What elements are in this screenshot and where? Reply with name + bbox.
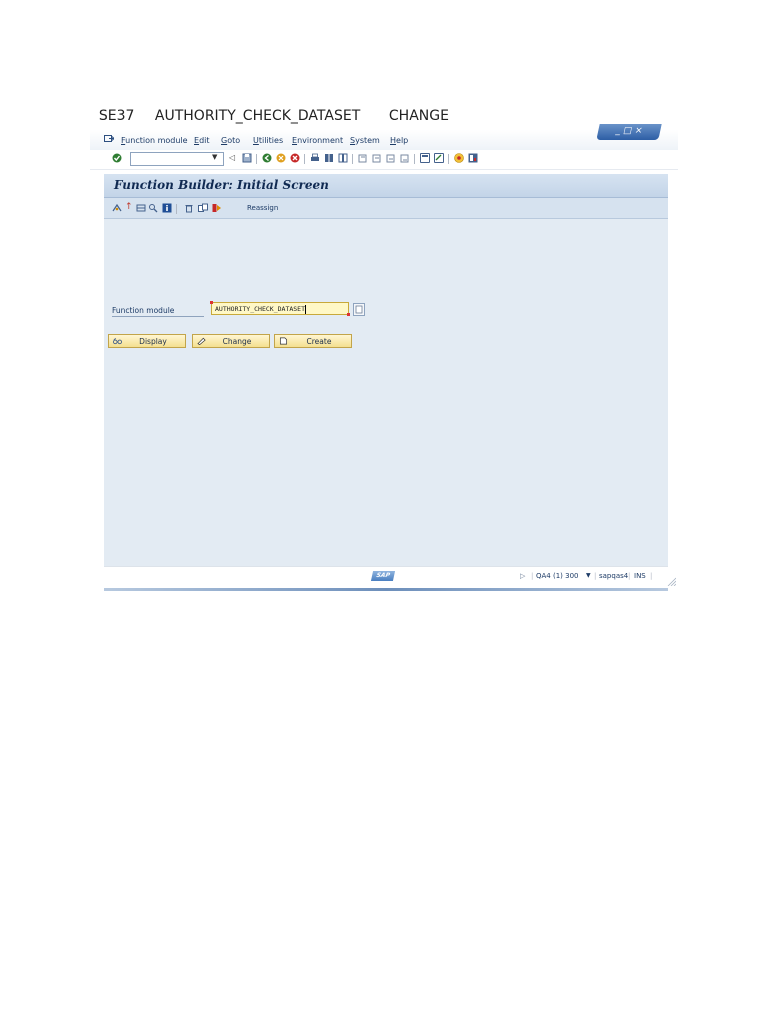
menu-edit[interactable]: Edit [194, 136, 210, 145]
status-separator: | [531, 572, 534, 580]
standard-toolbar: ▼ ◁ [90, 150, 678, 170]
back-arrow-icon[interactable]: ◁ [229, 153, 239, 163]
resize-grip-icon[interactable] [666, 576, 676, 586]
status-separator: | [650, 572, 653, 580]
function-module-input[interactable]: AUTHORITY_CHECK_DATASET [210, 301, 350, 316]
value-help-icon[interactable] [353, 303, 365, 316]
function-module-name: AUTHORITY_CHECK_DATASET [154, 108, 361, 124]
exit-icon[interactable] [276, 153, 286, 163]
status-bar: SAP ▷ | QA4 (1) 300 ▼ | sapqas4 | INS | [104, 566, 668, 587]
where-used-icon[interactable]: ↑ [125, 202, 135, 212]
find-icon[interactable] [324, 153, 334, 163]
window-bottom-border [104, 588, 668, 591]
toolbar-separator [176, 204, 177, 214]
system-info: QA4 (1) 300 [536, 572, 579, 580]
menu-bar: Function module Edit Goto Utilities Envi… [90, 130, 678, 151]
system-dropdown-icon[interactable]: ▼ [586, 572, 591, 579]
menu-system[interactable]: System [350, 136, 380, 145]
sap-logo: SAP [370, 571, 396, 581]
find-next-icon[interactable] [338, 153, 348, 163]
previous-page-icon[interactable] [372, 153, 382, 163]
first-page-icon[interactable] [358, 153, 368, 163]
main-screen: Function Builder: Initial Screen ↑ Reass… [104, 174, 668, 566]
menu-utilities[interactable]: Utilities [253, 136, 283, 145]
insert-mode: INS [634, 572, 646, 580]
print-icon[interactable] [310, 153, 320, 163]
screen-title: Function Builder: Initial Screen [114, 178, 329, 192]
menu-function-module[interactable]: Function module [121, 136, 188, 145]
display-button-label: Display [139, 337, 167, 346]
reassign-button[interactable]: Reassign [247, 204, 278, 212]
menu-exit-icon[interactable] [104, 134, 114, 143]
command-dropdown-icon[interactable]: ▼ [212, 153, 217, 161]
change-button[interactable]: Change [192, 334, 270, 348]
function-module-value: AUTHORITY_CHECK_DATASET [215, 305, 306, 313]
test-icon[interactable] [136, 203, 146, 213]
sap-gui-window: Function module Edit Goto Utilities Envi… [90, 124, 678, 591]
status-separator: | [628, 572, 631, 580]
change-button-label: Change [222, 337, 252, 346]
new-session-icon[interactable] [420, 153, 430, 163]
display-button[interactable]: Display [108, 334, 186, 348]
create-button[interactable]: Create [274, 334, 352, 348]
back-icon[interactable] [262, 153, 272, 163]
help-icon[interactable] [454, 153, 464, 163]
status-separator: | [594, 572, 597, 580]
menu-help[interactable]: Help [390, 136, 408, 145]
server-name: sapqas4 [599, 572, 629, 580]
action-label: CHANGE [388, 108, 449, 124]
toolbar-separator [448, 154, 449, 164]
save-icon[interactable] [242, 153, 252, 163]
menu-environment[interactable]: Environment [292, 136, 343, 145]
menu-goto[interactable]: Goto [221, 136, 240, 145]
enter-check-icon[interactable] [112, 153, 122, 163]
single-test-icon[interactable] [148, 203, 158, 213]
transaction-code: SE37 [98, 108, 135, 124]
cancel-icon[interactable] [290, 153, 300, 163]
toolbar-separator [352, 154, 353, 164]
next-page-icon[interactable] [386, 153, 396, 163]
window-controls[interactable]: _ □ × [596, 124, 662, 140]
screen-title-bar: Function Builder: Initial Screen [104, 174, 668, 198]
delete-icon[interactable] [184, 203, 194, 213]
toolbar-separator [414, 154, 415, 164]
function-module-label: Function module [112, 306, 204, 317]
application-toolbar: ↑ Reassign [104, 198, 668, 219]
command-field[interactable] [130, 152, 224, 166]
toolbar-separator [304, 154, 305, 164]
status-toggle-icon[interactable]: ▷ [520, 572, 525, 580]
create-button-label: Create [306, 337, 332, 346]
info-icon[interactable] [162, 203, 172, 213]
document-heading: SE37 AUTHORITY_CHECK_DATASET CHANGE [90, 92, 449, 124]
shortcut-icon[interactable] [434, 153, 444, 163]
copy-icon[interactable] [198, 203, 208, 213]
rename-icon[interactable] [212, 203, 222, 213]
other-object-icon[interactable] [112, 203, 122, 213]
customize-layout-icon[interactable] [468, 153, 478, 163]
last-page-icon[interactable] [400, 153, 410, 163]
text-cursor [305, 304, 307, 314]
toolbar-separator [256, 154, 257, 164]
